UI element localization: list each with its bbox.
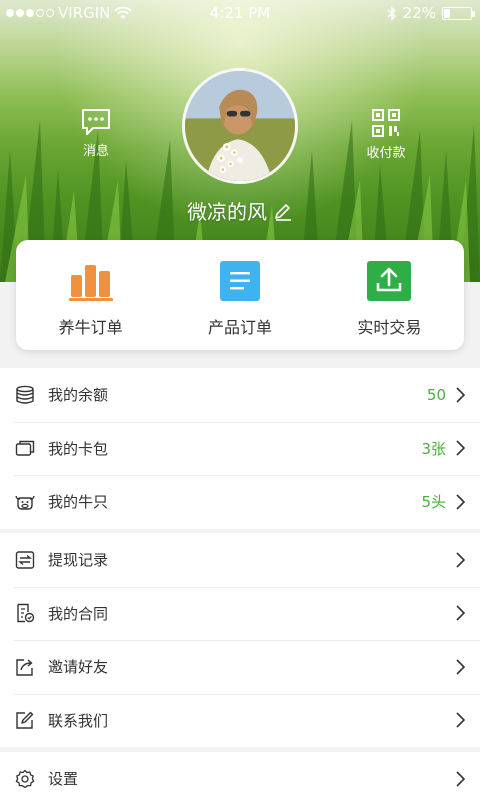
chevron-right-icon [456, 771, 466, 787]
cattle-orders-button[interactable]: 养牛订单 [16, 240, 165, 350]
edit-note-icon [14, 709, 36, 731]
cards-icon [14, 437, 36, 459]
document-list-icon [218, 260, 262, 302]
bar-chart-icon [68, 260, 113, 302]
orders-card: 养牛订单 产品订单 实时交易 [16, 240, 464, 350]
card-wallet-label: 我的卡包 [48, 439, 109, 458]
realtime-trading-label: 实时交易 [357, 318, 422, 337]
qr-code-icon [372, 109, 400, 137]
cow-head-icon [14, 491, 36, 513]
product-orders-button[interactable]: 产品订单 [165, 240, 314, 350]
edit-pencil-icon[interactable] [273, 201, 293, 221]
menu-item-withdraw-records[interactable]: 提现记录 [0, 533, 480, 587]
share-icon [14, 656, 36, 678]
invite-friends-label: 邀请好友 [48, 658, 109, 677]
card-wallet-value: 3张 [421, 439, 446, 458]
chevron-right-icon [456, 605, 466, 621]
cattle-value: 5头 [421, 493, 446, 512]
services-group: 提现记录 我的合同 邀请好友 联系我们 [0, 533, 480, 747]
product-orders-label: 产品订单 [207, 318, 272, 337]
coin-stack-icon [14, 384, 36, 406]
battery-icon [442, 6, 475, 20]
contact-us-label: 联系我们 [48, 711, 109, 730]
bluetooth-icon [387, 5, 396, 21]
balance-label: 我的余额 [48, 386, 109, 405]
profile-screen: VIRGIN 4:21 PM 22% 消息 收付款 微凉的风 养牛订单 产品订单… [0, 0, 480, 800]
cattle-orders-label: 养牛订单 [58, 318, 123, 337]
avatar[interactable] [182, 68, 298, 184]
payment-button[interactable]: 收付款 [356, 108, 416, 164]
transfer-icon [14, 549, 36, 571]
realtime-trading-button[interactable]: 实时交易 [315, 240, 464, 350]
contracts-label: 我的合同 [48, 604, 109, 623]
withdraw-records-label: 提现记录 [48, 551, 109, 570]
balance-value: 50 [426, 385, 446, 404]
message-label: 消息 [82, 144, 109, 159]
chevron-right-icon [456, 494, 466, 510]
chat-bubble-icon [82, 109, 110, 135]
gear-icon [14, 768, 36, 790]
chevron-right-icon [456, 712, 466, 728]
chevron-right-icon [456, 659, 466, 675]
username: 微凉的风 [187, 200, 267, 224]
menu-item-card-wallet[interactable]: 我的卡包 3张 [0, 421, 480, 476]
contract-icon [14, 602, 36, 624]
avatar-photo [185, 71, 295, 181]
status-right-group: 22% [387, 4, 475, 22]
menu-item-cattle[interactable]: 我的牛只 5头 [0, 475, 480, 529]
menu-item-settings[interactable]: 设置 [0, 752, 480, 800]
chevron-right-icon [456, 387, 466, 403]
assets-group: 我的余额 50 我的卡包 3张 我的牛只 5头 [0, 368, 480, 529]
message-button[interactable]: 消息 [66, 108, 126, 164]
menu-item-balance[interactable]: 我的余额 50 [0, 368, 480, 422]
username-row[interactable]: 微凉的风 [0, 196, 480, 225]
cattle-label: 我的牛只 [48, 493, 109, 512]
status-bar: VIRGIN 4:21 PM 22% [0, 0, 480, 26]
menu-item-contact-us[interactable]: 联系我们 [0, 693, 480, 748]
pay-label: 收付款 [366, 146, 406, 161]
chevron-right-icon [456, 440, 466, 456]
menu-item-invite-friends[interactable]: 邀请好友 [0, 640, 480, 694]
settings-label: 设置 [48, 770, 79, 789]
settings-group: 设置 [0, 752, 480, 800]
menu-item-contracts[interactable]: 我的合同 [0, 586, 480, 641]
chevron-right-icon [456, 552, 466, 568]
battery-percent: 22% [402, 4, 436, 22]
upload-tray-icon [367, 260, 412, 302]
